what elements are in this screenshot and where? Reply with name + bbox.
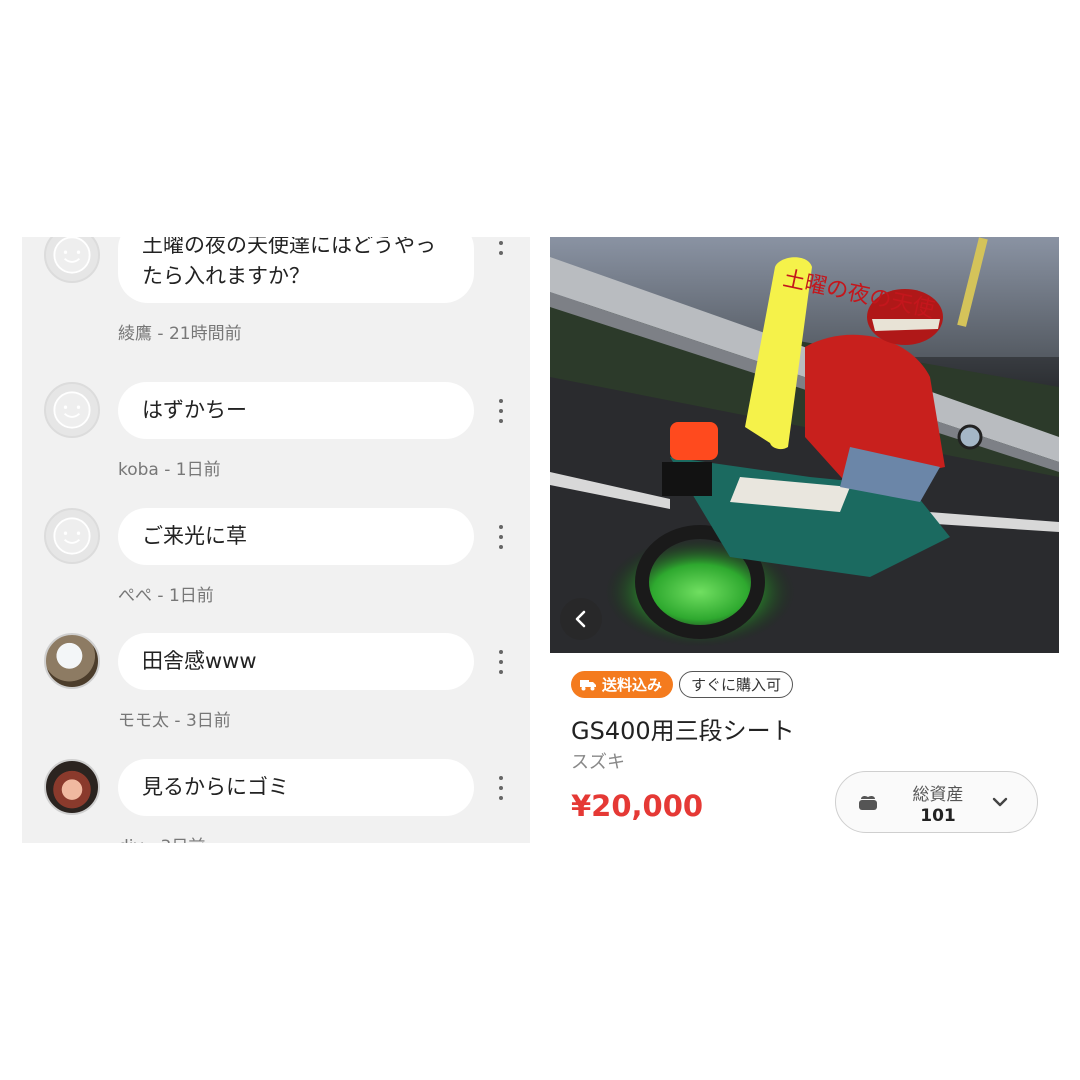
comment-text: はずかちー bbox=[142, 398, 247, 422]
buy-now-badge-label: すぐに購入可 bbox=[691, 676, 782, 694]
product-title: GS400用三段シート bbox=[571, 717, 795, 745]
comment-meta: koba - 1日前 bbox=[118, 460, 221, 480]
comment-bubble: 見るからにゴミ bbox=[118, 759, 474, 816]
shipping-included-badge: 送料込み bbox=[571, 671, 674, 698]
wallet-icon bbox=[859, 795, 877, 810]
total-assets-button[interactable]: 総資産 101 bbox=[835, 771, 1038, 833]
total-assets-label: 総資産 bbox=[912, 785, 964, 805]
comment-bubble: 土曜の夜の天使達にはどうやっ たら入れますか？ bbox=[118, 237, 474, 303]
comment-text: 見るからにゴミ bbox=[142, 775, 289, 799]
kebab-menu-icon[interactable] bbox=[496, 525, 506, 549]
kebab-menu-icon[interactable] bbox=[496, 237, 506, 255]
truck-icon bbox=[580, 680, 596, 691]
chevron-left-icon bbox=[575, 610, 586, 628]
back-button[interactable] bbox=[560, 598, 602, 640]
product-photo[interactable]: 土曜の夜の天使 bbox=[550, 237, 1059, 653]
comments-panel: 土曜の夜の天使達にはどうやっ たら入れますか？ 綾鷹 - 21時間前 はずかちー… bbox=[22, 237, 530, 843]
avatar[interactable] bbox=[44, 633, 100, 689]
comment-item: 田舎感www モモ太 - 3日前 bbox=[22, 633, 530, 759]
comment-item: 土曜の夜の天使達にはどうやっ たら入れますか？ 綾鷹 - 21時間前 bbox=[22, 237, 530, 353]
product-panel: 土曜の夜の天使 送料込み すぐに購入可 GS400用三段シート スズキ ¥20,… bbox=[550, 237, 1059, 843]
comment-text: 田舎感www bbox=[142, 649, 257, 673]
comment-meta: 綾鷹 - 21時間前 bbox=[118, 324, 242, 344]
comment-text: たら入れますか？ bbox=[142, 264, 310, 288]
smiley-face-icon bbox=[53, 517, 91, 555]
kebab-menu-icon[interactable] bbox=[496, 399, 506, 423]
product-price: ¥20,000 bbox=[571, 789, 704, 823]
comment-item: 見るからにゴミ diy - 3日前 bbox=[22, 759, 530, 843]
kebab-menu-icon[interactable] bbox=[496, 650, 506, 674]
buy-now-badge: すぐに購入可 bbox=[679, 671, 794, 698]
kebab-menu-icon[interactable] bbox=[496, 776, 506, 800]
smiley-face-icon bbox=[53, 237, 91, 274]
comment-meta: diy - 3日前 bbox=[118, 832, 205, 843]
avatar[interactable] bbox=[44, 237, 100, 283]
shipping-badge-label: 送料込み bbox=[602, 676, 663, 694]
total-assets-value: 101 bbox=[920, 806, 956, 826]
comment-text: ご来光に草 bbox=[142, 524, 247, 548]
avatar[interactable] bbox=[44, 759, 100, 815]
avatar[interactable] bbox=[44, 508, 100, 564]
comment-bubble: 田舎感www bbox=[118, 633, 474, 690]
chevron-down-icon bbox=[992, 797, 1008, 807]
comment-bubble: ご来光に草 bbox=[118, 508, 474, 565]
comment-meta: ぺぺ - 1日前 bbox=[118, 586, 214, 606]
product-brand[interactable]: スズキ bbox=[571, 748, 625, 774]
comment-text: 土曜の夜の天使達にはどうやっ bbox=[142, 237, 436, 257]
comment-bubble: はずかちー bbox=[118, 382, 474, 439]
badge-row: 送料込み すぐに購入可 bbox=[571, 671, 794, 698]
comment-item: ご来光に草 ぺぺ - 1日前 bbox=[22, 508, 530, 634]
avatar[interactable] bbox=[44, 382, 100, 438]
product-photo-illustration: 土曜の夜の天使 bbox=[550, 237, 1059, 653]
comment-item: はずかちー koba - 1日前 bbox=[22, 382, 530, 508]
comment-meta: モモ太 - 3日前 bbox=[118, 711, 231, 731]
smiley-face-icon bbox=[53, 391, 91, 429]
